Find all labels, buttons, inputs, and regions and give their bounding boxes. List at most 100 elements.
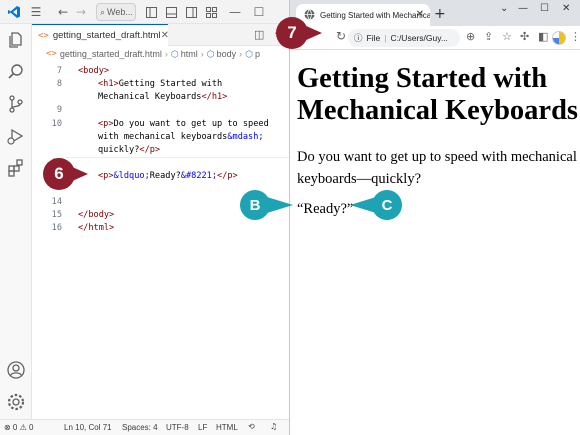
browser-tab-title: Getting Started with Mechanica (320, 10, 430, 20)
search-icon: ⌕ (100, 6, 106, 17)
tab-getting-started-draft[interactable]: <> getting_started_draft.html ✕ (32, 24, 169, 46)
back-icon[interactable]: ← (56, 3, 70, 21)
activity-bar (0, 24, 32, 419)
browser-window: Getting Started with Mechanica ✕ + ⌄ — ☐… (289, 0, 580, 435)
maximize-icon[interactable]: ☐ (252, 3, 266, 21)
command-center-search[interactable]: ⌕ Web... (96, 3, 136, 21)
extensions-puzzle-icon[interactable]: ✣ (520, 30, 529, 43)
toggle-secondary-sidebar-icon[interactable] (184, 3, 198, 21)
toggle-panel-icon[interactable] (164, 3, 178, 21)
notifications-bell-icon[interactable]: ♫ (270, 422, 277, 431)
feedback-icon[interactable]: ⟲ (248, 422, 255, 431)
menu-icon[interactable]: ☰ (28, 3, 44, 21)
breadcrumb-p[interactable]: p (255, 49, 260, 59)
line-number: 10 (51, 119, 62, 129)
indentation[interactable]: Spaces: 4 (122, 423, 158, 432)
element-icon: ⬡ (245, 48, 254, 59)
extensions-icon[interactable] (6, 158, 26, 178)
close-window-icon[interactable]: ✕ (562, 3, 570, 14)
minimize-icon[interactable]: — (518, 3, 528, 14)
step-7-label: 7 (287, 23, 297, 42)
code-line: quickly?</p> (98, 145, 161, 155)
marker-c-label: C (381, 196, 393, 214)
breadcrumb-separator-icon: › (239, 49, 243, 59)
breadcrumb-file[interactable]: getting_started_draft.html (60, 49, 162, 59)
info-icon[interactable]: ⓘ (354, 32, 363, 44)
html-file-icon: <> (46, 49, 57, 59)
page-paragraph: Do you want to get up to speed with mech… (297, 149, 577, 187)
code-line: <h1>Getting Started with (98, 79, 223, 89)
rendered-page: Getting Started with Mechanical Keyboard… (290, 50, 580, 435)
maximize-icon[interactable]: ☐ (540, 3, 549, 14)
step-7-pointer (304, 25, 322, 41)
step-6-label: 6 (54, 164, 64, 183)
forward-icon[interactable]: → (74, 3, 88, 21)
page-heading: Getting Started with Mechanical Keyboard… (297, 63, 579, 126)
share-icon[interactable]: ⇪ (484, 30, 493, 43)
run-debug-icon[interactable] (6, 126, 26, 146)
source-control-icon[interactable] (6, 94, 26, 114)
split-editor-icon[interactable]: ◫ (254, 28, 264, 41)
code-line: <p>Do you want to get up to speed (98, 119, 269, 129)
cursor-position[interactable]: Ln 10, Col 71 (64, 423, 112, 432)
settings-gear-icon[interactable] (6, 392, 26, 412)
side-panel-icon[interactable]: ◧ (538, 30, 548, 43)
explorer-icon[interactable] (6, 30, 26, 50)
bookmark-star-icon[interactable]: ☆ (502, 30, 512, 43)
code-line: with mechanical keyboards&mdash; (98, 132, 264, 142)
marker-b-badge: B (240, 190, 270, 220)
more-menu-icon[interactable]: ⋮ (570, 30, 580, 43)
page-quote: “Ready?” (297, 201, 354, 217)
marker-c-badge: C (372, 190, 402, 220)
address-bar[interactable]: ⓘ File | C:/Users/Guy... (348, 29, 460, 47)
line-number: 9 (56, 105, 62, 115)
close-tab-icon[interactable]: ✕ (161, 30, 169, 41)
vscode-window: ☰ ← → ⌕ Web... — ☐ <> getting_started_dr… (0, 0, 289, 435)
breadcrumb-body[interactable]: body (217, 49, 237, 59)
accounts-icon[interactable] (6, 360, 26, 380)
code-line: <p>&ldquo;Ready?&#8221;</p> (98, 171, 238, 181)
tab-title: getting_started_draft.html (52, 30, 161, 41)
line-number: 8 (56, 79, 62, 89)
minimize-icon[interactable]: — (228, 3, 242, 21)
status-bar: ⊗ 0 ⚠ 0 Ln 10, Col 71 Spaces: 4 UTF-8 LF… (0, 419, 289, 435)
end-of-line[interactable]: LF (198, 423, 207, 432)
chevron-down-icon[interactable]: ⌄ (500, 3, 508, 14)
code-editor[interactable]: 7 <body> 8 <h1>Getting Started with Mech… (32, 64, 289, 419)
code-line: </html> (78, 223, 115, 233)
language-mode[interactable]: HTML (216, 423, 238, 432)
globe-favicon-icon (304, 9, 315, 22)
editor-tab-bar: <> getting_started_draft.html ✕ ◫ ⋯ (32, 24, 289, 46)
code-line: Mechanical Keyboards</h1> (98, 92, 228, 102)
element-icon: ⬡ (170, 48, 179, 59)
vscode-titlebar: ☰ ← → ⌕ Web... — ☐ (0, 0, 289, 24)
search-view-icon[interactable] (6, 62, 26, 82)
zoom-icon[interactable]: ⊕ (466, 30, 475, 43)
customize-layout-icon[interactable] (204, 3, 218, 21)
browser-toolbar: ↻ ⓘ File | C:/Users/Guy... ⊕ ⇪ ☆ ✣ ◧ ⋮ (290, 26, 580, 50)
line-number: 16 (51, 223, 62, 233)
line-number: 7 (56, 66, 62, 76)
step-6-pointer (70, 166, 88, 182)
search-text: Web... (107, 7, 133, 17)
element-icon: ⬡ (206, 48, 215, 59)
html-file-icon: <> (38, 30, 49, 41)
line-number: 15 (51, 210, 62, 220)
close-browser-tab-icon[interactable]: ✕ (416, 9, 424, 20)
vscode-logo-icon (6, 3, 22, 21)
breadcrumb-separator-icon: › (200, 49, 204, 59)
reload-icon[interactable]: ↻ (336, 29, 346, 43)
toggle-primary-sidebar-icon[interactable] (144, 3, 158, 21)
marker-b-label: B (249, 196, 261, 214)
profile-avatar[interactable] (552, 31, 566, 45)
code-line: <body> (78, 66, 110, 76)
code-line: </body> (78, 210, 115, 220)
breadcrumb-html[interactable]: html (181, 49, 198, 59)
scheme-label: File (366, 33, 381, 43)
encoding[interactable]: UTF-8 (166, 423, 189, 432)
problems-count[interactable]: ⊗ 0 ⚠ 0 (4, 423, 33, 432)
separator: | (384, 33, 387, 43)
new-tab-icon[interactable]: + (434, 6, 446, 22)
browser-tab-strip: Getting Started with Mechanica ✕ + ⌄ — ☐… (290, 0, 580, 26)
current-line-highlight (66, 157, 289, 158)
